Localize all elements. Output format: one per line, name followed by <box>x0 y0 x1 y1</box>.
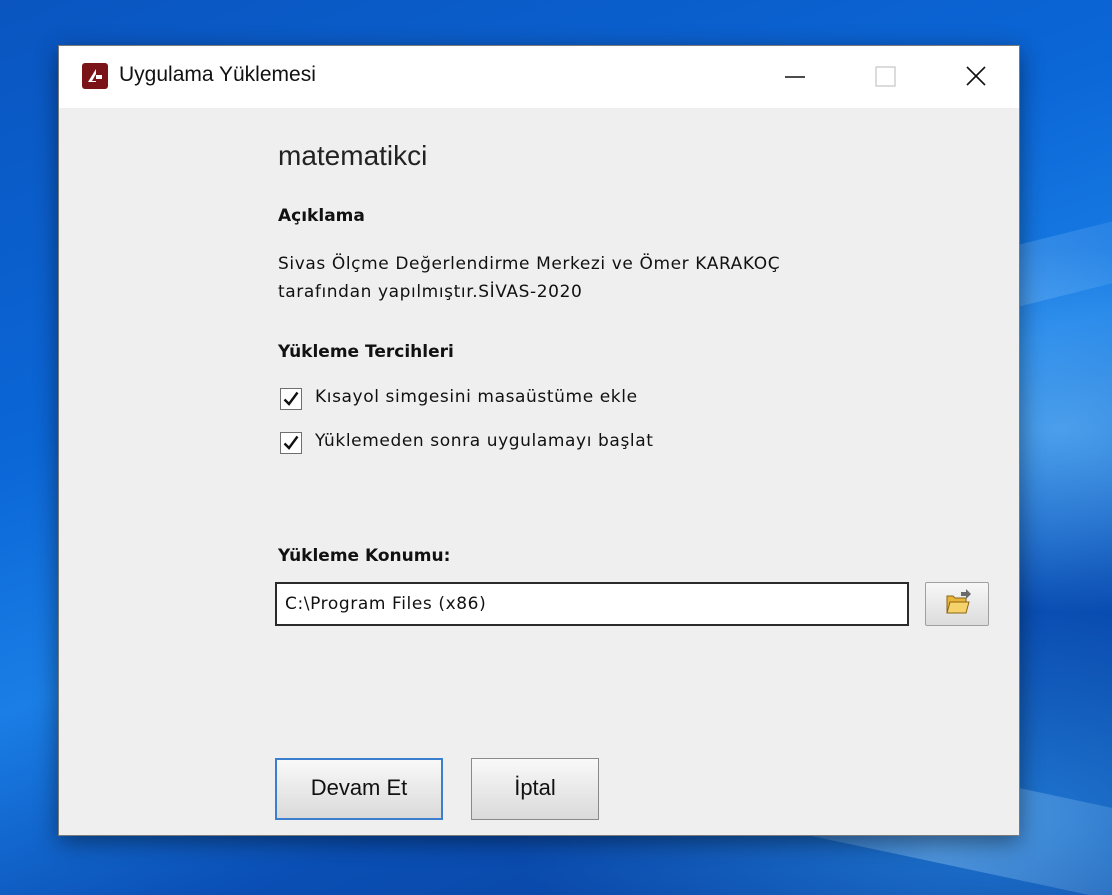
maximize-icon <box>875 66 896 87</box>
install-path-input[interactable] <box>275 582 909 626</box>
installer-content: matematikci Açıklama Sivas Ölçme Değerle… <box>59 108 1019 835</box>
description-text: Sivas Ölçme Değerlendirme Merkezi ve Öme… <box>278 250 958 306</box>
description-line: Sivas Ölçme Değerlendirme Merkezi ve Öme… <box>278 254 781 274</box>
title-bar[interactable]: Uygulama Yüklemesi <box>59 46 1019 108</box>
option-desktop-shortcut[interactable]: Kısayol simgesini masaüstüme ekle <box>280 385 840 415</box>
folder-open-icon <box>946 589 971 614</box>
window-title: Uygulama Yüklemesi <box>119 63 316 86</box>
checkmark-icon <box>283 391 299 406</box>
desktop-background: Uygulama Yüklemesi matematikci Açıklama … <box>0 0 1112 895</box>
minimize-button[interactable] <box>755 46 835 108</box>
continue-button[interactable]: Devam Et <box>275 758 443 820</box>
location-heading: Yükleme Konumu: <box>278 546 451 566</box>
maximize-button[interactable] <box>845 46 925 108</box>
browse-folder-button[interactable] <box>925 582 989 626</box>
description-heading: Açıklama <box>278 206 365 226</box>
option-launch-after-install[interactable]: Yüklemeden sonra uygulamayı başlat <box>280 429 840 459</box>
minimize-icon <box>785 76 805 78</box>
description-line: tarafından yapılmıştır.SİVAS-2020 <box>278 282 583 302</box>
launch-after-install-label[interactable]: Yüklemeden sonra uygulamayı başlat <box>315 431 654 451</box>
desktop-shortcut-checkbox[interactable] <box>280 388 302 410</box>
close-button[interactable] <box>935 46 1015 108</box>
installer-window: Uygulama Yüklemesi matematikci Açıklama … <box>58 45 1020 836</box>
preferences-heading: Yükleme Tercihleri <box>278 342 454 362</box>
app-name-title: matematikci <box>278 140 428 171</box>
launch-after-install-checkbox[interactable] <box>280 432 302 454</box>
checkmark-icon <box>283 435 299 450</box>
desktop-shortcut-label[interactable]: Kısayol simgesini masaüstüme ekle <box>315 387 638 407</box>
cancel-button[interactable]: İptal <box>471 758 599 820</box>
app-logo-icon <box>82 63 108 89</box>
close-icon <box>966 66 986 86</box>
